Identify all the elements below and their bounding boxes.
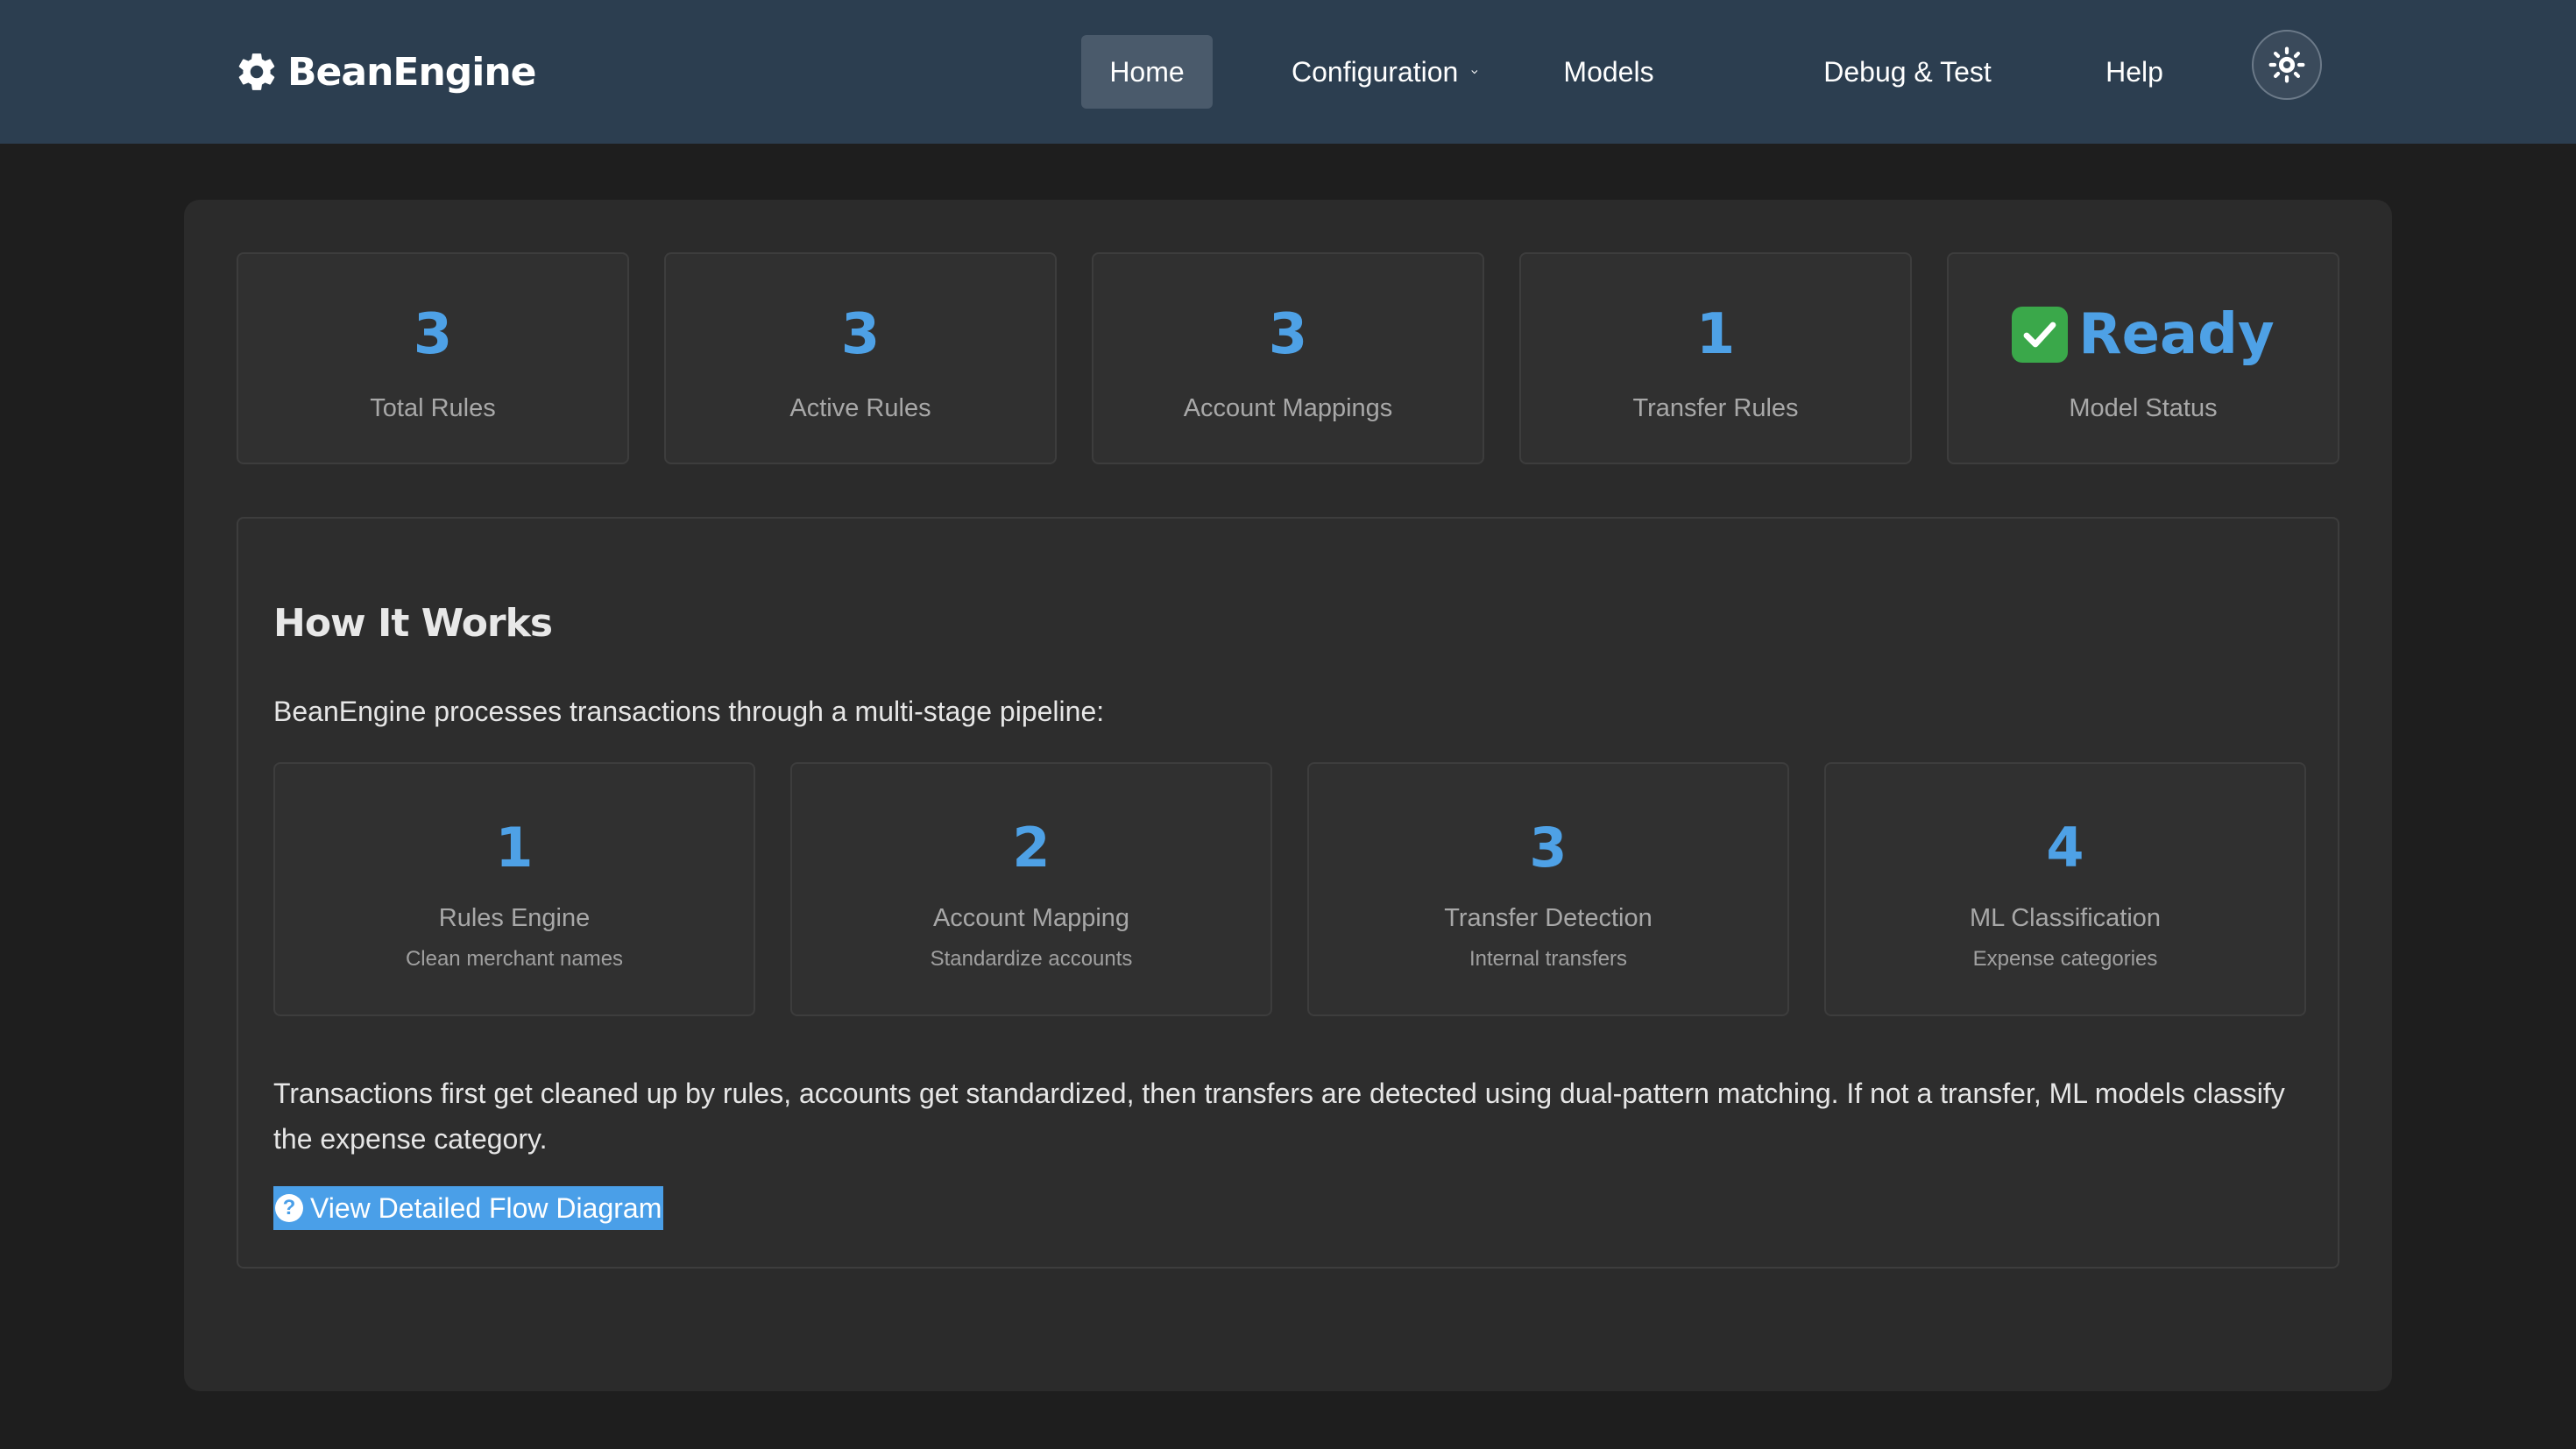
- nav-debug-test-label: Debug & Test: [1823, 55, 1992, 88]
- question-circle-icon: ?: [275, 1194, 303, 1222]
- stat-label: Transfer Rules: [1632, 394, 1799, 422]
- step-subtitle: Internal transfers: [1468, 947, 1628, 971]
- stat-value: 3: [840, 302, 881, 367]
- pipeline-description: Transactions first get cleaned up by rul…: [273, 1078, 2285, 1155]
- model-status-text: Ready: [2078, 302, 2275, 367]
- check-mark-icon: [2012, 307, 2069, 363]
- nav-models-label: Models: [1563, 55, 1654, 88]
- step-number: 4: [2046, 816, 2084, 880]
- step-card-ml-classification: 4 ML Classification Expense categories: [1824, 762, 2306, 1016]
- gear-icon: [238, 53, 275, 90]
- stat-card-active-rules: 3 Active Rules: [664, 252, 1057, 464]
- step-number: 2: [1012, 816, 1051, 880]
- stat-card-model-status: Ready Model Status: [1947, 252, 2339, 464]
- model-status-value: Ready: [1949, 300, 2338, 370]
- nav-configuration-label: Configuration: [1292, 55, 1459, 88]
- step-title: Account Mapping: [932, 904, 1130, 932]
- nav-debug-test[interactable]: Debug & Test: [1817, 35, 1998, 109]
- brand-logo[interactable]: BeanEngine: [235, 47, 537, 96]
- nav-configuration[interactable]: Configuration: [1292, 35, 1479, 109]
- stat-label: Active Rules: [789, 394, 931, 422]
- step-card-transfer-detection: 3 Transfer Detection Internal transfers: [1307, 762, 1789, 1016]
- pipeline-steps: 1 Rules Engine Clean merchant names 2 Ac…: [273, 762, 2306, 1016]
- theme-toggle-button[interactable]: [2252, 30, 2322, 100]
- step-title: Rules Engine: [438, 904, 591, 932]
- stat-card-account-mappings: 3 Account Mappings: [1092, 252, 1484, 464]
- stat-label: Total Rules: [370, 394, 496, 422]
- main-panel: 3 Total Rules 3 Active Rules 3 Account M…: [184, 200, 2392, 1391]
- stat-value: 3: [413, 302, 453, 367]
- step-title: ML Classification: [1969, 904, 2162, 932]
- stats-row: 3 Total Rules 3 Active Rules 3 Account M…: [237, 252, 2339, 464]
- chevron-down-icon: [1471, 70, 1478, 74]
- step-subtitle: Standardize accounts: [930, 947, 1133, 971]
- stat-card-total-rules: 3 Total Rules: [237, 252, 629, 464]
- step-card-rules-engine: 1 Rules Engine Clean merchant names: [273, 762, 755, 1016]
- how-it-works-section: How It Works BeanEngine processes transa…: [237, 517, 2339, 1269]
- section-intro: BeanEngine processes transactions throug…: [273, 696, 1105, 727]
- nav-help-label: Help: [2105, 55, 2163, 88]
- stat-value: 1: [1695, 302, 1736, 367]
- step-number: 3: [1529, 816, 1568, 880]
- stat-label: Account Mappings: [1183, 394, 1393, 422]
- nav-home[interactable]: Home: [1081, 35, 1213, 109]
- stat-card-transfer-rules: 1 Transfer Rules: [1519, 252, 1912, 464]
- navbar: BeanEngine Home Configuration Models Deb…: [0, 0, 2576, 144]
- step-number: 1: [495, 816, 534, 880]
- nav-models[interactable]: Models: [1556, 35, 1661, 109]
- nav-help[interactable]: Help: [2101, 35, 2168, 109]
- flow-link-label: View Detailed Flow Diagram: [310, 1191, 662, 1224]
- step-subtitle: Expense categories: [1972, 947, 2158, 971]
- brand-name: BeanEngine: [287, 49, 537, 95]
- step-subtitle: Clean merchant names: [405, 947, 624, 971]
- step-card-account-mapping: 2 Account Mapping Standardize accounts: [790, 762, 1272, 1016]
- view-flow-diagram-link[interactable]: ? View Detailed Flow Diagram: [273, 1186, 664, 1230]
- sun-icon: [2268, 46, 2305, 83]
- section-title: How It Works: [273, 601, 553, 646]
- nav-home-label: Home: [1109, 55, 1185, 88]
- stat-value: 3: [1268, 302, 1308, 367]
- step-title: Transfer Detection: [1444, 904, 1652, 932]
- stat-label: Model Status: [2069, 394, 2218, 422]
